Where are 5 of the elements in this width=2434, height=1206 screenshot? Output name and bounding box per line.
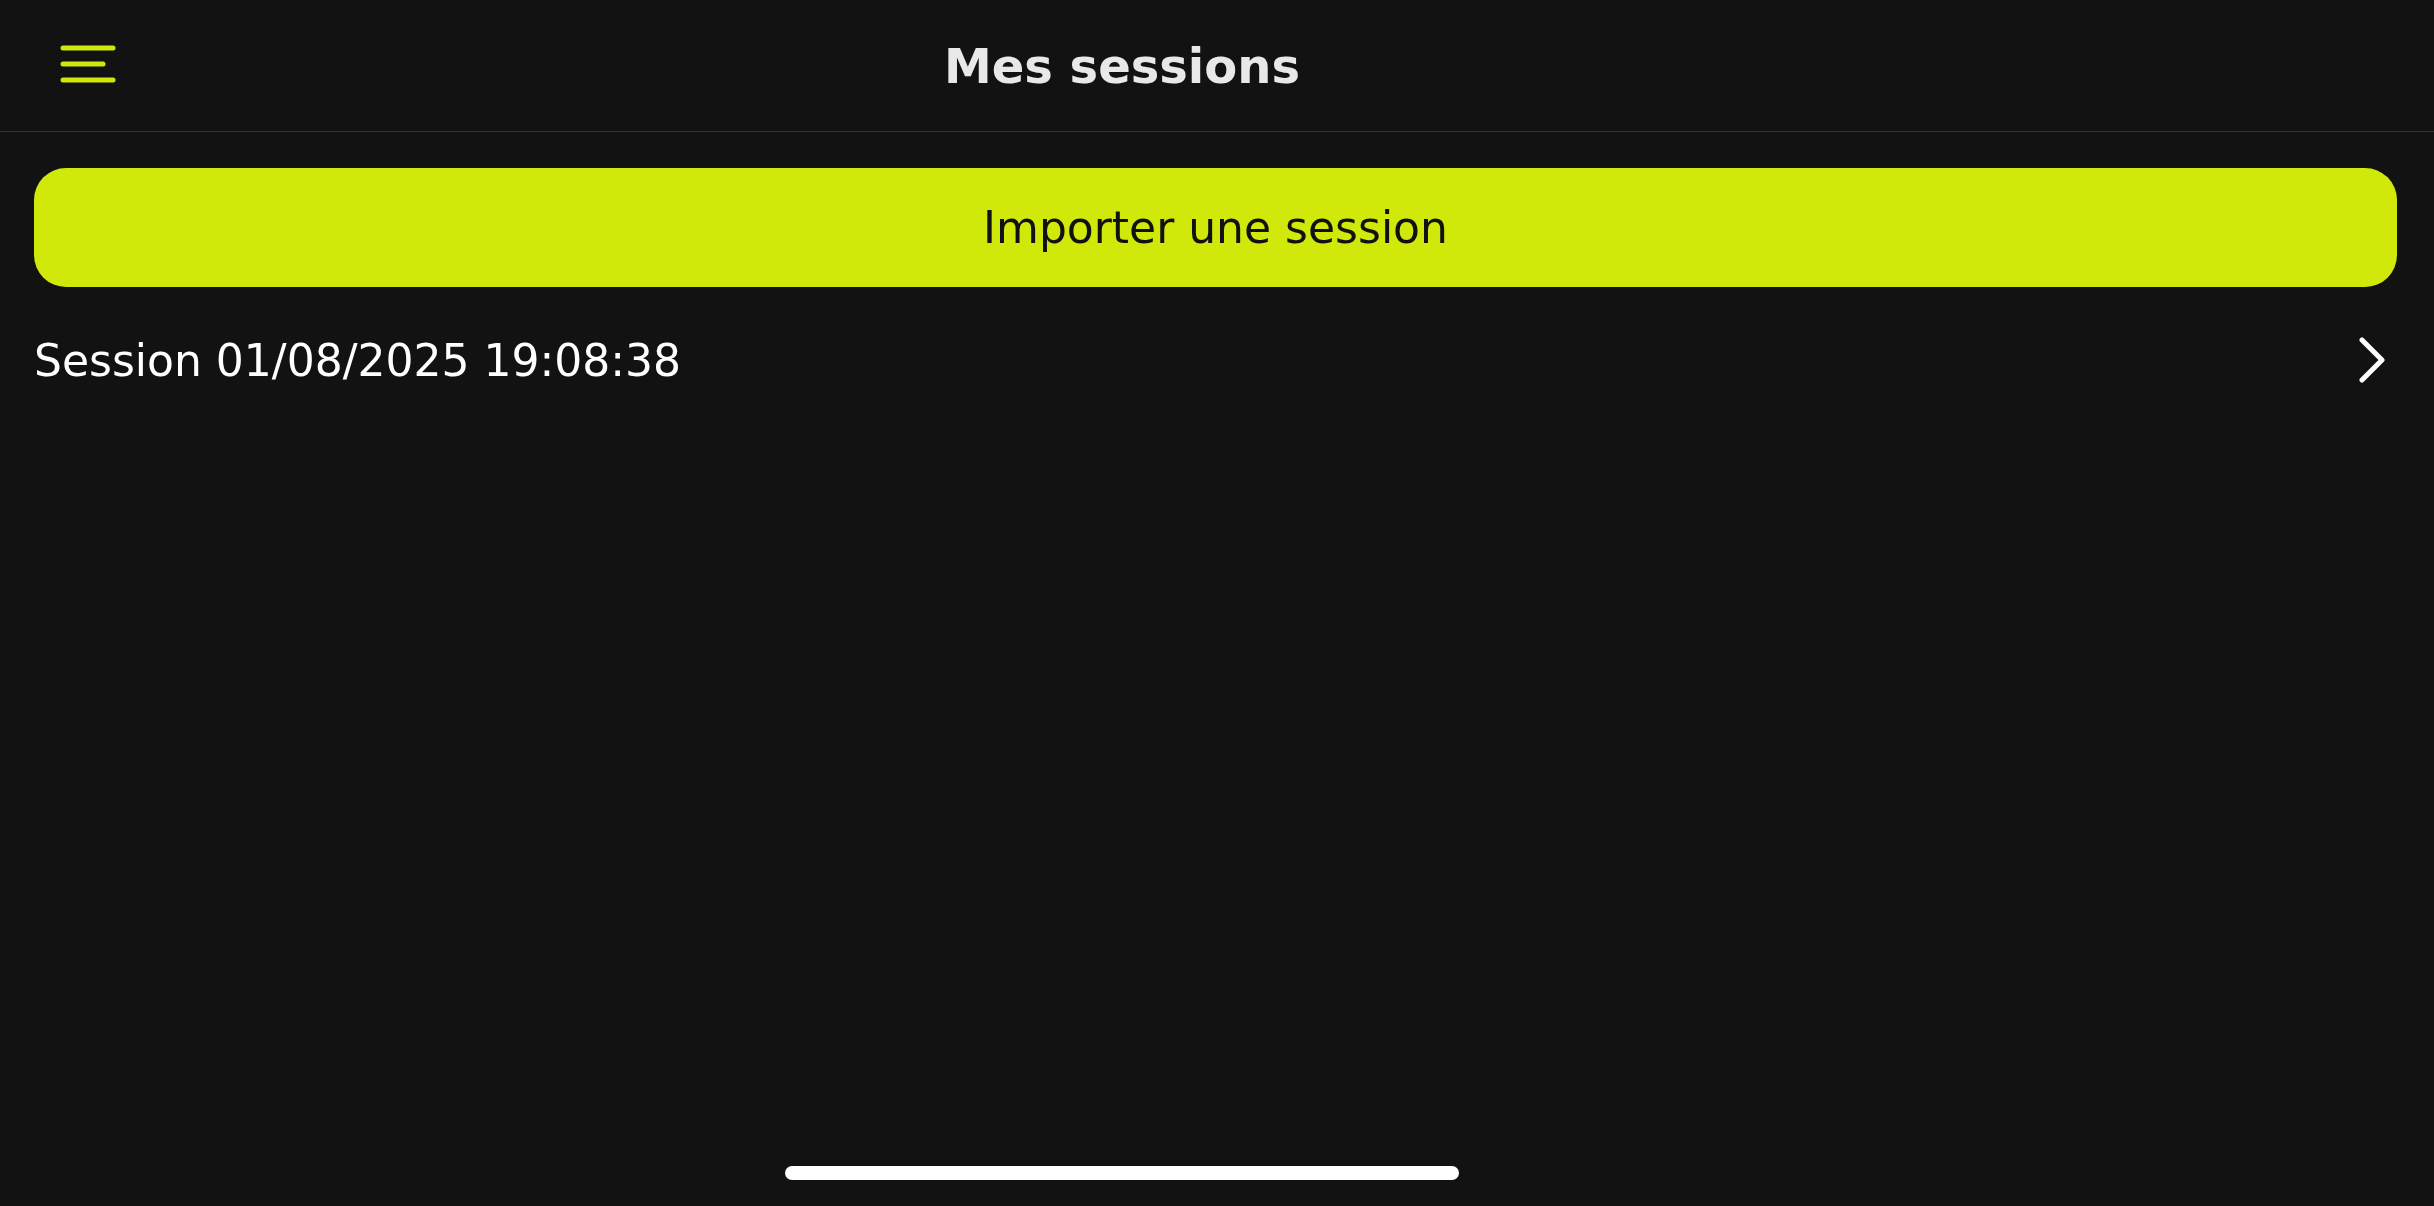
menu-icon[interactable] — [60, 44, 116, 84]
session-item[interactable]: Session 01/08/2025 19:08:38 — [34, 334, 682, 386]
import-session-button[interactable]: Importer une session — [34, 168, 2397, 287]
page-title: Mes sessions — [943, 37, 1300, 94]
chevron-right-icon[interactable] — [2359, 337, 2385, 383]
